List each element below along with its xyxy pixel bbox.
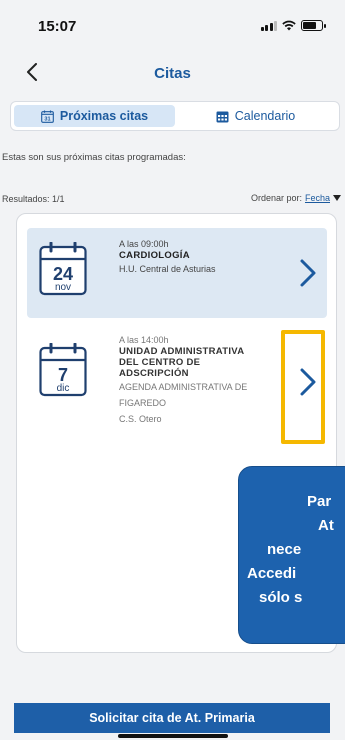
nav-bar: Citas xyxy=(0,52,345,92)
tooltip-line: At xyxy=(318,517,334,534)
chevron-right-icon[interactable] xyxy=(297,258,319,288)
caret-down-icon xyxy=(333,195,341,201)
battery-icon xyxy=(301,20,326,31)
tooltip-line: sólo s xyxy=(259,589,303,606)
appointment-time: A las 09:00h xyxy=(119,239,169,249)
tab-calendario-label: Calendario xyxy=(234,109,296,123)
sort-control[interactable]: Ordenar por: Fecha xyxy=(251,193,341,203)
appointment-specialty: CARDIOLOGÍA xyxy=(119,250,190,261)
calendar-date-icon: 7 dic xyxy=(39,343,87,397)
status-time: 15:07 xyxy=(38,18,77,35)
request-appointment-button[interactable]: Solicitar cita de At. Primaria xyxy=(14,703,330,733)
appointment-month: nov xyxy=(54,282,72,293)
appointment-center-line: C.S. Otero xyxy=(119,414,162,424)
svg-text:31: 31 xyxy=(44,116,50,122)
appointment-month: dic xyxy=(56,383,70,394)
tab-proximas-citas-label: Próximas citas xyxy=(59,109,149,123)
help-tooltip: Par At nece Accedi sólo s xyxy=(238,466,345,644)
appointment-specialty-line: ADSCRIPCIÓN xyxy=(119,368,189,379)
tooltip-line: Par xyxy=(307,493,332,510)
sort-value[interactable]: Fecha xyxy=(305,193,330,203)
tab-proximas-citas[interactable]: 31 Próximas citas xyxy=(14,105,175,127)
appointment-time: A las 14:00h xyxy=(119,335,169,345)
calendar-date-icon: 24 nov xyxy=(39,242,87,296)
page-title: Citas xyxy=(154,65,191,82)
appointment-specialty-line: DEL CENTRO DE xyxy=(119,357,201,368)
appointment-center: H.U. Central de Asturias xyxy=(119,264,216,274)
calendar-31-icon: 31 xyxy=(41,110,54,123)
sort-label: Ordenar por: xyxy=(250,193,302,203)
appointment-details: A las 14:00h UNIDAD ADMINISTRATIVA DEL C… xyxy=(119,335,287,426)
tab-calendario[interactable]: Calendario xyxy=(175,105,336,127)
calendar-grid-icon xyxy=(216,111,229,122)
appointment-center-line: AGENDA ADMINISTRATIVA DE xyxy=(119,382,248,392)
results-count: Resultados: 1/1 xyxy=(2,194,65,204)
status-bar: 15:07 xyxy=(0,0,345,44)
tooltip-line: Accedi xyxy=(247,565,297,582)
appointment-card[interactable]: 24 nov A las 09:00h CARDIOLOGÍA H.U. Cen… xyxy=(27,228,327,318)
request-appointment-label: Solicitar cita de At. Primaria xyxy=(89,711,255,725)
status-icons xyxy=(260,20,326,31)
appointment-center-line: FIGAREDO xyxy=(119,398,167,408)
home-indicator xyxy=(118,734,228,738)
appointment-specialty-line: UNIDAD ADMINISTRATIVA xyxy=(119,346,245,357)
tooltip-line: nece xyxy=(267,541,302,558)
intro-text: Estas son sus próximas citas programadas… xyxy=(2,152,186,163)
wifi-icon xyxy=(282,20,296,31)
highlight-box xyxy=(281,330,325,444)
tab-bar: 31 Próximas citas Calendario xyxy=(10,101,340,131)
signal-icon xyxy=(260,20,277,31)
appointment-details: A las 09:00h CARDIOLOGÍA H.U. Central de… xyxy=(119,239,287,276)
